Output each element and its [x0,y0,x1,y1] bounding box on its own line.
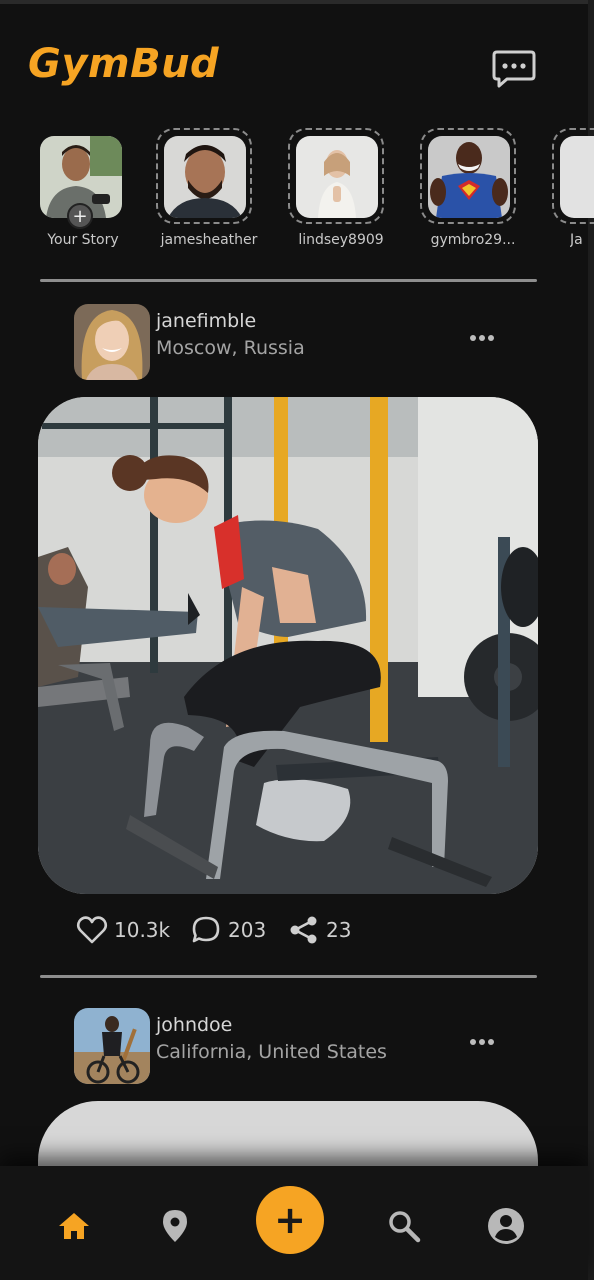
user-avatar[interactable] [74,1008,150,1084]
story-label: Your Story [47,232,119,248]
post-username[interactable]: janefimble [156,310,256,332]
search-icon [389,1211,421,1243]
dot [470,1039,476,1045]
add-post-button[interactable]: + [256,1186,324,1254]
dot [479,1039,485,1045]
home-icon [59,1213,89,1239]
heart-icon [76,916,108,944]
share-count: 23 [326,918,352,942]
story-label: Ja [570,232,583,248]
location-pin-icon [163,1210,187,1242]
share-icon [290,916,317,944]
story-avatar [164,136,246,218]
like-button[interactable]: 10.3k [76,910,170,950]
profile-icon [488,1208,524,1244]
add-icon: + [274,1198,306,1242]
post-header: johndoe California, United States [74,1008,544,1088]
nav-home[interactable] [54,1206,94,1246]
chat-bubble-icon [492,50,536,88]
stories-row: + Your Story jamesheather lindsey8909 gy… [0,128,594,258]
messages-button[interactable] [491,48,537,90]
more-options-button[interactable] [470,1030,500,1046]
story-label: jamesheather [160,232,258,248]
story-avatar [560,136,594,218]
like-count: 10.3k [114,918,171,942]
story-avatar [296,136,378,218]
story-avatar [428,136,510,218]
user-avatar[interactable] [74,304,150,380]
nav-profile[interactable] [486,1206,526,1246]
comment-count: 203 [228,918,267,942]
divider [40,279,537,282]
bottom-nav: + [0,1166,588,1280]
comment-icon [192,916,220,943]
dot [470,335,476,341]
comment-button[interactable]: 203 [190,910,266,950]
post-location: California, United States [156,1041,387,1063]
divider [40,975,537,978]
nav-location[interactable] [155,1206,195,1246]
post-location: Moscow, Russia [156,337,305,359]
post-image[interactable] [38,397,538,894]
app-logo: GymBud [28,41,220,87]
nav-search[interactable] [384,1206,424,1246]
dot [488,1039,494,1045]
dot [479,335,485,341]
dot [488,335,494,341]
more-options-button[interactable] [470,326,500,342]
post-actions: 10.3k 203 23 [76,910,476,950]
add-story-icon[interactable]: + [67,203,93,229]
share-button[interactable]: 23 [288,910,351,950]
story-label: gymbro29... [430,232,516,248]
post-header: janefimble Moscow, Russia [74,304,544,384]
post-username[interactable]: johndoe [156,1014,232,1036]
story-label: lindsey8909 [298,232,384,248]
